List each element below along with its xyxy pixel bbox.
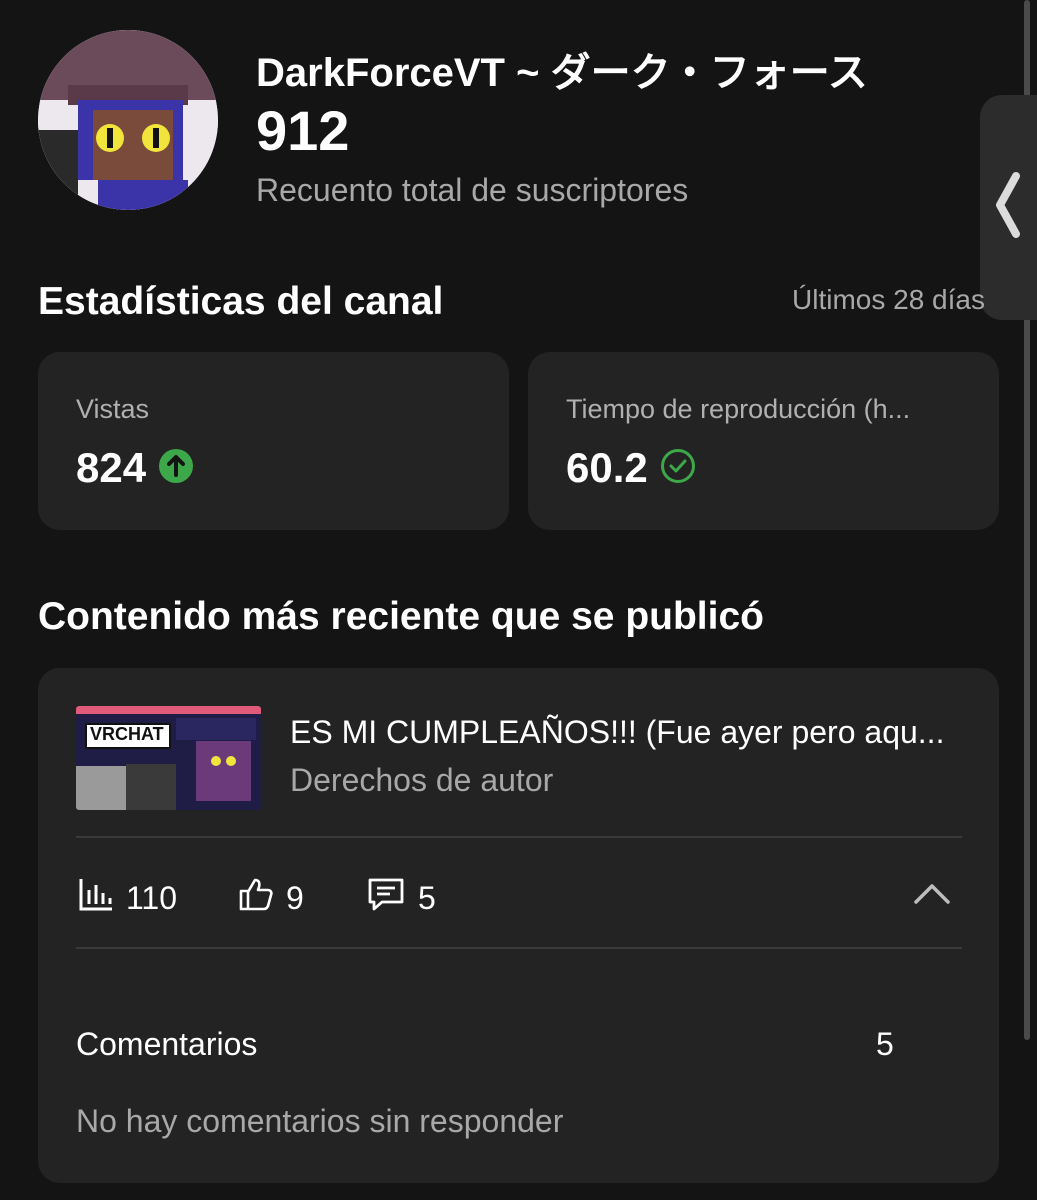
chevron-up-icon[interactable]	[912, 878, 952, 913]
thumbs-up-icon	[238, 876, 274, 920]
views-count: 110	[126, 879, 178, 916]
bar-chart-icon	[78, 876, 114, 920]
check-circle-icon	[660, 448, 696, 489]
comment-icon	[366, 876, 406, 920]
video-title[interactable]: ES MI CUMPLEAÑOS!!! (Fue ayer pero aqu..…	[290, 714, 965, 751]
recent-content-title: Contenido más reciente que se publicó	[38, 595, 764, 638]
chevron-left-icon[interactable]	[992, 170, 1024, 251]
stat-value: 824	[76, 444, 147, 491]
comments-metric: 5	[366, 876, 436, 920]
channel-avatar	[38, 30, 218, 210]
subscriber-label: Recuento total de suscriptores	[256, 172, 689, 208]
likes-metric: 9	[238, 876, 304, 920]
comments-label: Comentarios	[76, 1026, 258, 1062]
stat-label: Vistas	[76, 394, 150, 424]
divider	[76, 836, 962, 838]
stat-value: 60.2	[566, 444, 648, 491]
arrow-up-circle-icon	[158, 448, 194, 489]
stat-card-watch-time[interactable]: Tiempo de reproducción (h... 60.2	[528, 352, 999, 530]
stat-card-views[interactable]: Vistas 824	[38, 352, 509, 530]
views-metric: 110	[78, 876, 177, 920]
thumbnail-text: VRCHAT	[90, 724, 164, 744]
stats-title: Estadísticas del canal	[38, 280, 444, 323]
comments-empty-message: No hay comentarios sin responder	[76, 1103, 564, 1139]
stats-period: Últimos 28 días	[792, 284, 985, 315]
video-subtitle: Derechos de autor	[290, 762, 554, 798]
divider	[76, 947, 962, 949]
subscriber-count: 912	[256, 99, 350, 162]
comments-count: 5	[876, 1026, 894, 1062]
video-thumbnail[interactable]: VRCHAT	[76, 706, 261, 810]
stat-label: Tiempo de reproducción (h...	[566, 394, 911, 424]
comments-count-metric: 5	[418, 879, 436, 916]
channel-name: DarkForceVT ~ ダーク・フォース	[256, 51, 868, 95]
likes-count: 9	[286, 879, 304, 916]
